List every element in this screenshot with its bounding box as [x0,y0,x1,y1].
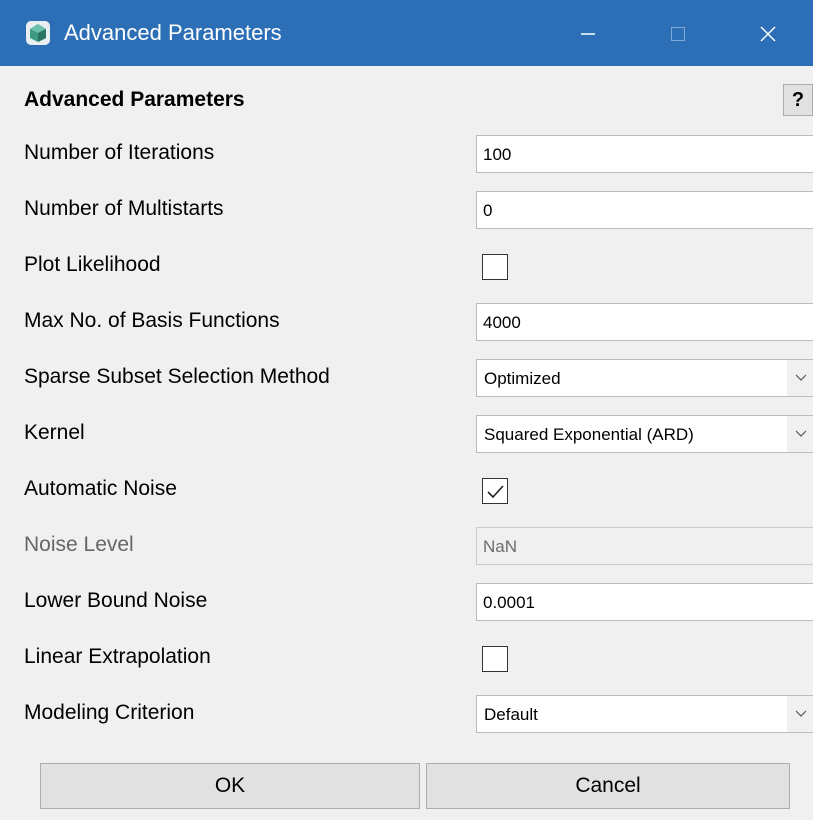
sparse-method-value: Optimized [484,369,561,388]
modeling-criterion-label: Modeling Criterion [24,701,195,724]
close-icon [760,26,776,42]
multistarts-label: Number of Multistarts [24,197,224,220]
kernel-value: Squared Exponential (ARD) [484,425,694,444]
app-icon [26,21,50,45]
help-button[interactable]: ? [783,84,813,116]
noise-level-input: NaN [476,527,813,565]
row-linear-extrapolation: Linear Extrapolation [0,634,813,682]
checkmark-icon [487,485,504,499]
linear-extrapolation-label: Linear Extrapolation [24,645,211,668]
maximize-button[interactable] [633,0,723,66]
max-basis-label: Max No. of Basis Functions [24,309,280,332]
modeling-criterion-select[interactable]: Default [476,695,813,733]
close-button[interactable] [723,0,813,66]
cancel-button[interactable]: Cancel [426,763,790,809]
sparse-method-label: Sparse Subset Selection Method [24,365,330,388]
window-title: Advanced Parameters [64,20,282,45]
row-max-basis: Max No. of Basis Functions 4000 [0,298,813,346]
row-modeling-criterion: Modeling Criterion Default [0,690,813,738]
kernel-select[interactable]: Squared Exponential (ARD) [476,415,813,453]
row-lower-bound-noise: Lower Bound Noise 0.0001 [0,578,813,626]
multistarts-input[interactable]: 0 [476,191,813,229]
row-sparse-method: Sparse Subset Selection Method Optimized [0,354,813,402]
row-noise-level: Noise Level NaN [0,522,813,570]
max-basis-input[interactable]: 4000 [476,303,813,341]
row-auto-noise: Automatic Noise [0,466,813,514]
iterations-input[interactable]: 100 [476,135,813,173]
iterations-label: Number of Iterations [24,141,215,164]
lower-bound-noise-label: Lower Bound Noise [24,589,208,612]
noise-level-label: Noise Level [24,533,134,556]
row-multistarts: Number of Multistarts 0 [0,186,813,234]
plot-likelihood-checkbox[interactable] [482,254,508,280]
dialog-header: Advanced Parameters [0,66,813,132]
chevron-down-icon[interactable] [787,360,813,396]
auto-noise-label: Automatic Noise [24,477,177,500]
row-plot-likelihood: Plot Likelihood [0,242,813,290]
dialog-heading: Advanced Parameters [24,88,245,111]
minimize-icon [581,33,595,35]
minimize-button[interactable] [543,0,633,66]
kernel-label: Kernel [24,421,85,444]
chevron-down-icon[interactable] [787,416,813,452]
modeling-criterion-value: Default [484,705,538,724]
lower-bound-noise-input[interactable]: 0.0001 [476,583,813,621]
row-kernel: Kernel Squared Exponential (ARD) [0,410,813,458]
chevron-down-icon[interactable] [787,696,813,732]
maximize-icon [671,27,685,41]
sparse-method-select[interactable]: Optimized [476,359,813,397]
title-bar: Advanced Parameters [0,0,813,66]
plot-likelihood-label: Plot Likelihood [24,253,161,276]
auto-noise-checkbox[interactable] [482,478,508,504]
ok-button[interactable]: OK [40,763,420,809]
linear-extrapolation-checkbox[interactable] [482,646,508,672]
row-iterations: Number of Iterations 100 [0,130,813,178]
